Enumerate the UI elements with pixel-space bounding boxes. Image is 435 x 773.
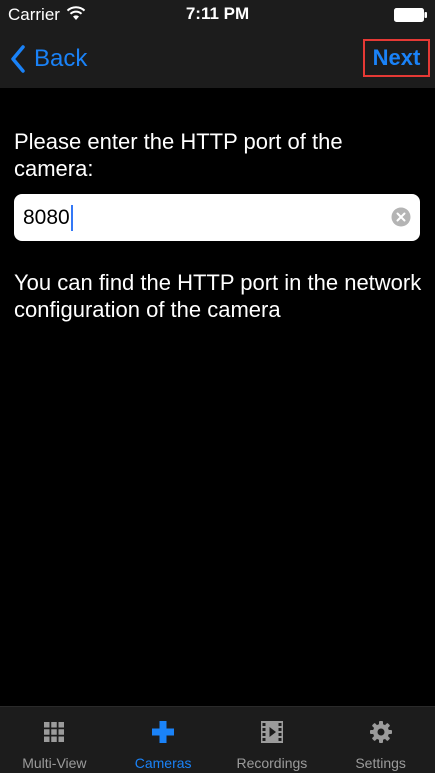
status-time: 7:11 PM — [185, 4, 250, 23]
navigation-bar: Back Next — [0, 30, 435, 88]
tab-recordings[interactable]: Recordings — [218, 707, 327, 773]
battery-icon — [394, 8, 427, 22]
plus-icon — [152, 721, 175, 743]
tab-label-multi-view: Multi-View — [22, 755, 87, 771]
next-button[interactable]: Next — [363, 39, 430, 77]
http-port-input[interactable]: 8080 — [14, 194, 420, 241]
text-cursor — [70, 204, 73, 231]
tab-cameras[interactable]: Cameras — [109, 707, 218, 773]
tab-bar: Multi-View Cameras Recordings Settings — [0, 706, 435, 773]
tab-multi-view[interactable]: Multi-View — [0, 707, 109, 773]
back-label: Back — [34, 45, 88, 72]
port-prompt: Please enter the HTTP port of the camera… — [14, 129, 343, 181]
film-icon — [260, 721, 283, 743]
chevron-left-icon — [11, 45, 25, 73]
gear-icon — [369, 721, 392, 743]
clear-icon[interactable] — [391, 207, 411, 227]
tab-label-recordings: Recordings — [236, 755, 308, 771]
grid-icon — [44, 722, 65, 742]
tab-label-settings: Settings — [355, 755, 406, 771]
port-value[interactable]: 8080 — [23, 206, 70, 230]
port-help-text: You can find the HTTP port in the networ… — [14, 270, 422, 322]
back-button[interactable]: Back — [10, 42, 87, 76]
status-bar: Carrier 7:11 PM — [0, 0, 435, 30]
tab-label-cameras: Cameras — [134, 755, 192, 771]
tab-settings[interactable]: Settings — [326, 707, 435, 773]
